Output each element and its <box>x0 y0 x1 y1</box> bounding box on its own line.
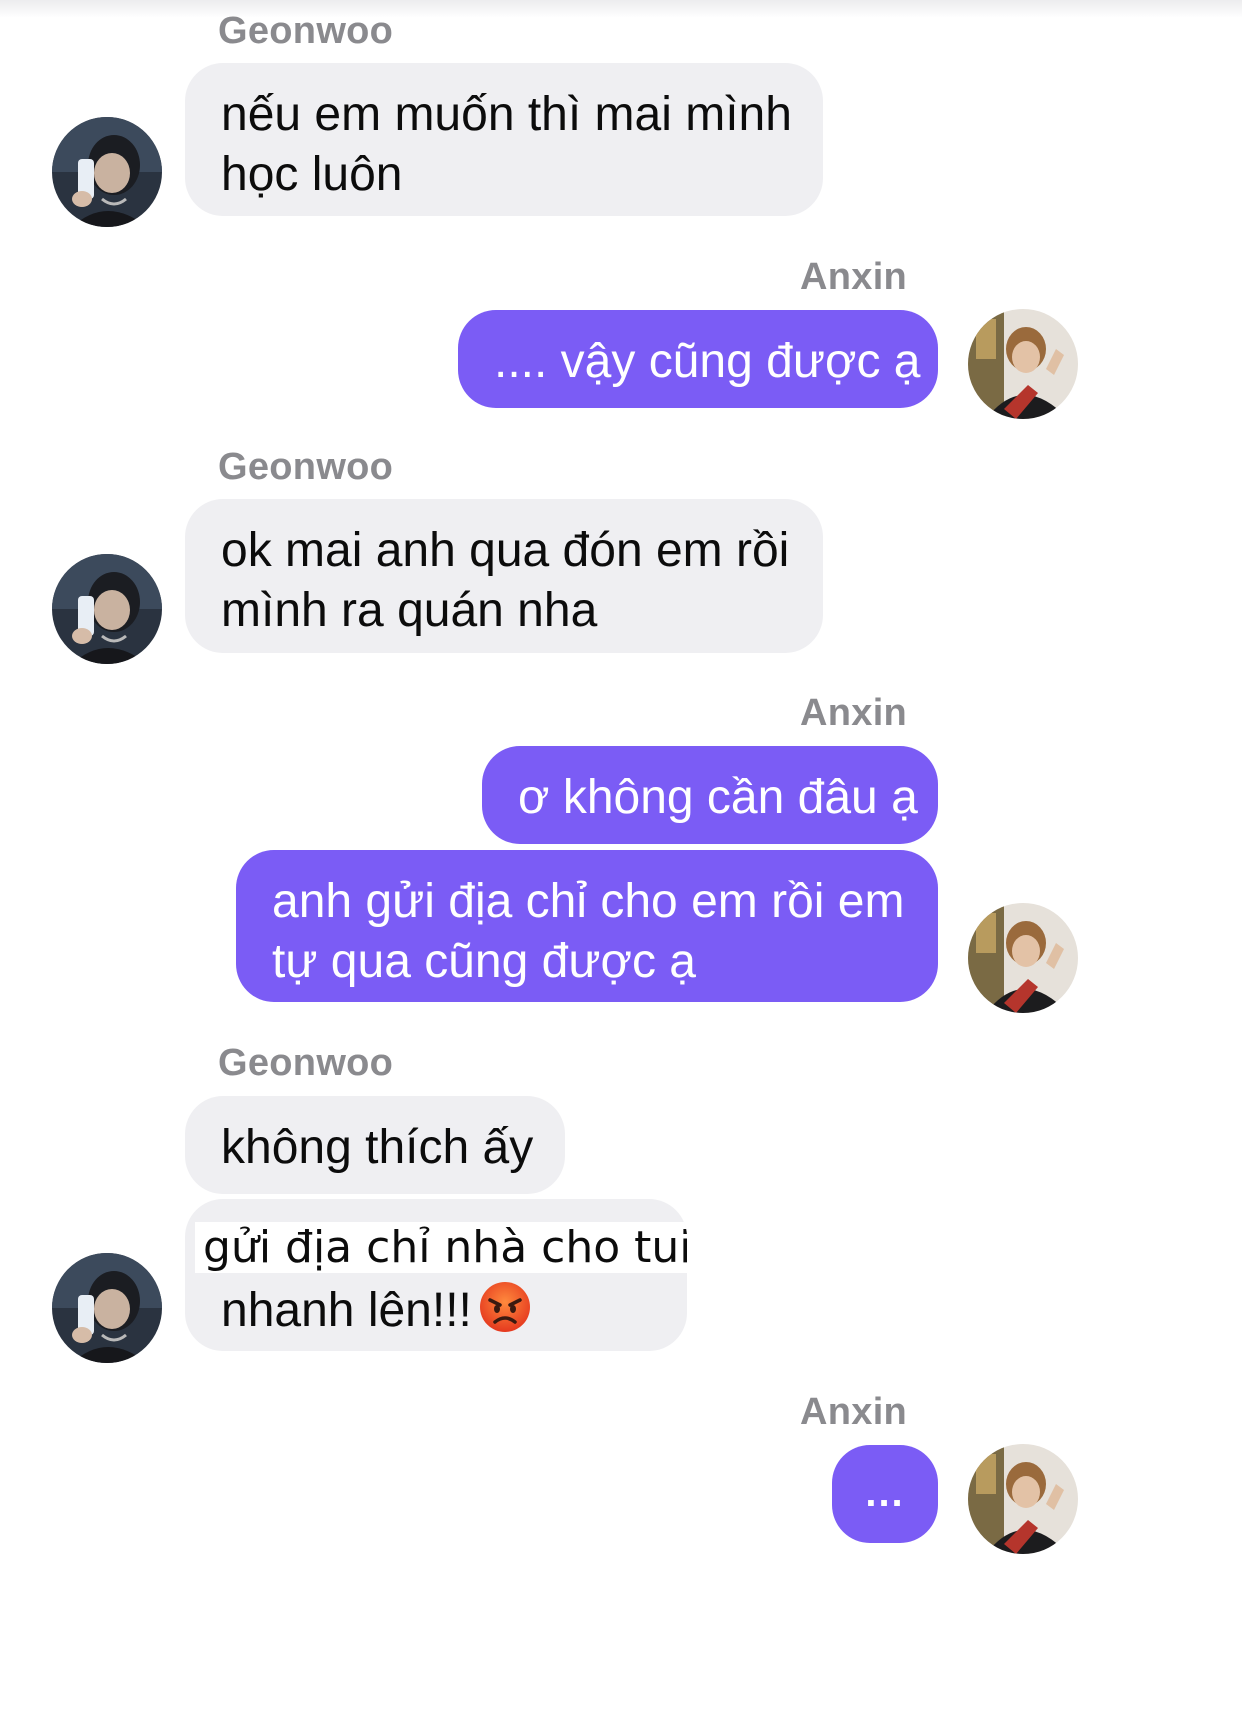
message-line: ... <box>865 1471 905 1515</box>
angry-face-icon <box>478 1280 532 1349</box>
anxin-avatar[interactable] <box>968 309 1078 419</box>
incoming-message-bubble[interactable]: ok mai anh qua đón em rồi mình ra quán n… <box>185 499 823 653</box>
outgoing-message-bubble[interactable]: .... vậy cũng được ạ <box>458 310 938 408</box>
geonwoo-avatar-image <box>52 554 162 664</box>
incoming-message-bubble[interactable]: không thích ấy <box>185 1096 565 1194</box>
edited-text-highlight: gửi địa chỉ nhà cho tui <box>195 1222 687 1273</box>
geonwoo-avatar-image <box>52 117 162 227</box>
message-line: anh gửi địa chỉ cho em rồi em <box>272 875 905 928</box>
sender-name: Geonwoo <box>218 10 394 52</box>
outgoing-message-bubble[interactable]: anh gửi địa chỉ cho em rồi em tự qua cũn… <box>236 850 938 1002</box>
message-line: ok mai anh qua đón em rồi <box>221 524 790 577</box>
message-line: ơ không cần đâu ạ <box>518 771 918 824</box>
geonwoo-avatar[interactable] <box>52 1253 162 1363</box>
anxin-avatar-image <box>968 1444 1078 1554</box>
anxin-avatar-image <box>968 309 1078 419</box>
message-line: .... vậy cũng được ạ <box>494 335 921 388</box>
sender-name: Geonwoo <box>218 1042 394 1084</box>
sender-name: Geonwoo <box>218 446 394 488</box>
outgoing-message-bubble[interactable]: ... <box>832 1445 938 1543</box>
message-line-highlighted: gửi địa chỉ nhà cho tui <box>195 1217 687 1278</box>
outgoing-message-bubble[interactable]: ơ không cần đâu ạ <box>482 746 938 844</box>
top-shade <box>0 0 1242 18</box>
anxin-avatar[interactable] <box>968 1444 1078 1554</box>
sender-name: Anxin <box>800 256 908 298</box>
message-line: nhanh lên!!! <box>221 1284 472 1337</box>
message-line-with-emoji: nhanh lên!!! <box>221 1280 651 1349</box>
message-line: học luôn <box>221 148 403 201</box>
message-line: mình ra quán nha <box>221 584 598 637</box>
message-line: nếu em muốn thì mai mình <box>221 88 792 141</box>
geonwoo-avatar[interactable] <box>52 117 162 227</box>
geonwoo-avatar[interactable] <box>52 554 162 664</box>
incoming-message-bubble[interactable]: nếu em muốn thì mai mình học luôn <box>185 63 823 216</box>
incoming-message-bubble[interactable]: gửi địa chỉ nhà cho tui nhanh lên!!! <box>185 1199 687 1351</box>
message-line: không thích ấy <box>221 1121 534 1174</box>
geonwoo-avatar-image <box>52 1253 162 1363</box>
anxin-avatar[interactable] <box>968 903 1078 1013</box>
message-line: tự qua cũng được ạ <box>272 935 696 988</box>
sender-name: Anxin <box>800 1391 908 1433</box>
sender-name: Anxin <box>800 692 908 734</box>
anxin-avatar-image <box>968 903 1078 1013</box>
